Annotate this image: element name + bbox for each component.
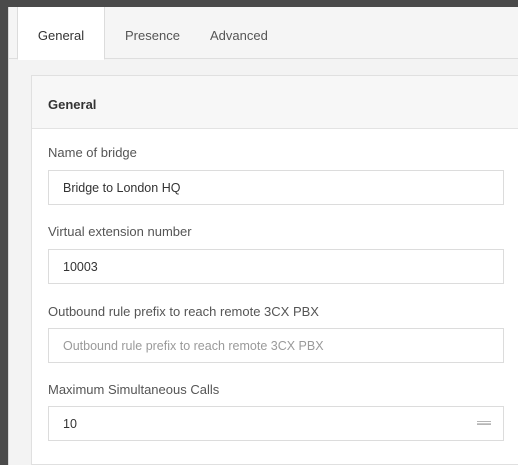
tab-general[interactable]: General — [17, 7, 105, 60]
tab-presence[interactable]: Presence — [125, 7, 180, 60]
virtual-extension-input[interactable] — [48, 249, 504, 284]
general-panel: General Name of bridge Virtual extension… — [31, 75, 518, 465]
tab-bar: General Presence Advanced — [9, 7, 518, 60]
tab-advanced[interactable]: Advanced — [210, 7, 268, 60]
virtual-extension-label: Virtual extension number — [48, 224, 192, 239]
outbound-prefix-input[interactable] — [48, 328, 504, 363]
max-calls-label: Maximum Simultaneous Calls — [48, 382, 220, 397]
bridge-settings-window: General Presence Advanced General Name o… — [8, 7, 518, 465]
panel-title: General — [32, 76, 518, 129]
max-calls-stepper — [48, 406, 504, 441]
outbound-prefix-label: Outbound rule prefix to reach remote 3CX… — [48, 304, 319, 319]
bridge-name-input[interactable] — [48, 170, 504, 205]
spinner-icon[interactable] — [477, 421, 491, 425]
bridge-name-label: Name of bridge — [48, 145, 137, 160]
max-calls-input[interactable] — [48, 406, 504, 441]
